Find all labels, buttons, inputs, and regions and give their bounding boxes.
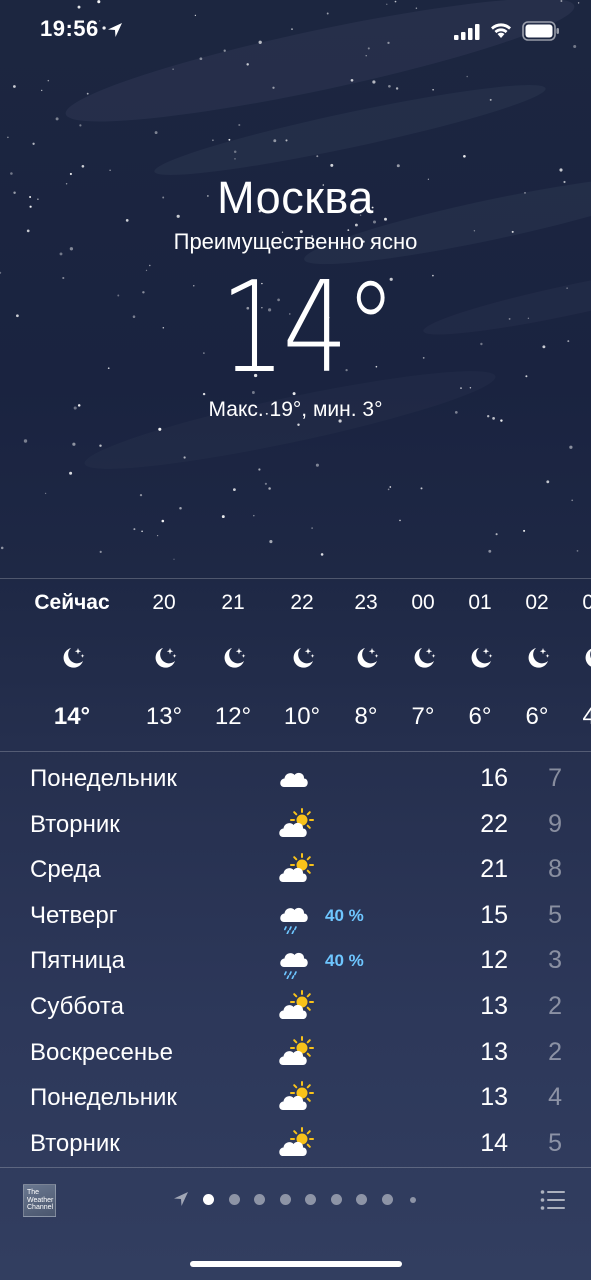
page-dot[interactable]	[305, 1194, 316, 1205]
day-high-temperature: 13	[480, 992, 508, 1020]
day-row: Понедельник 16 7	[0, 755, 591, 801]
day-name: Четверг	[30, 901, 118, 929]
day-row: Пятница 40 % 12 3	[0, 937, 591, 983]
day-high-temperature: 22	[480, 809, 508, 838]
day-name: Суббота	[30, 993, 124, 1020]
day-name: Воскресенье	[30, 1038, 174, 1066]
hour-temperature: 4°	[582, 703, 591, 730]
day-name: Понедельник	[30, 1084, 177, 1112]
city-list-icon[interactable]	[540, 1189, 566, 1211]
day-low-temperature: 2	[548, 1037, 562, 1066]
day-row: Среда 21 8	[0, 846, 591, 892]
day-high-temperature: 16	[480, 764, 508, 792]
hour-column: 03 4°	[559, 579, 591, 751]
day-row: Суббота 13 2	[0, 983, 591, 1029]
weather-channel-logo[interactable]: The Weather Channel	[23, 1184, 56, 1217]
status-bar: 19:56	[0, 0, 591, 64]
status-time: 19:56	[40, 16, 99, 41]
battery-icon	[522, 21, 559, 41]
day-low-temperature: 5	[548, 900, 562, 929]
day-high-temperature: 13	[480, 1037, 508, 1066]
precipitation-chance: 40 %	[325, 951, 364, 971]
day-row: Четверг 40 % 15 5	[0, 892, 591, 938]
page-dot[interactable]	[254, 1194, 265, 1205]
cellular-signal-icon	[454, 24, 480, 40]
day-low-temperature: 3	[548, 946, 562, 975]
day-name: Понедельник	[30, 765, 177, 792]
day-row: Понедельник 13 4	[0, 1074, 591, 1120]
cloud-icon	[278, 761, 318, 797]
day-low-temperature: 9	[548, 809, 562, 838]
partly-sunny-icon	[278, 807, 318, 843]
page-dot[interactable]	[228, 1194, 240, 1205]
day-low-temperature: 4	[548, 1083, 562, 1112]
partly-sunny-icon	[278, 852, 318, 888]
page-indicator[interactable]	[170, 1188, 430, 1212]
hourly-forecast[interactable]: Сейчас 14° 20 13° 21 12° 22 10° 23 8° 00 7° 01 6° 02 6°…	[0, 579, 591, 751]
home-indicator[interactable]	[190, 1261, 402, 1267]
day-low-temperature: 8	[548, 855, 562, 884]
day-high-temperature: 21	[480, 855, 508, 884]
day-row: Вторник 22 9	[0, 801, 591, 847]
city-name: Москва	[217, 172, 374, 223]
page-dot[interactable]	[356, 1194, 367, 1205]
day-row: Воскресенье 13 2	[0, 1029, 591, 1075]
page-dot[interactable]	[330, 1194, 342, 1205]
bottom-toolbar: The Weather Channel	[0, 1168, 591, 1238]
page-dot[interactable]	[410, 1197, 416, 1203]
hour-column: Сейчас 14°	[34, 579, 109, 751]
high-low-temperature: Макс. 19°, мин. 3°	[208, 398, 383, 421]
day-name: Пятница	[30, 947, 125, 975]
moon-stars-icon	[411, 645, 437, 671]
day-high-temperature: 12	[480, 946, 508, 975]
moon-stars-icon	[152, 645, 178, 671]
day-high-temperature: 13	[480, 1083, 508, 1112]
weather-channel-logo-text: The Weather Channel	[27, 1189, 54, 1211]
location-arrow-icon	[108, 23, 122, 37]
moon-stars-icon	[582, 645, 591, 671]
page-dot[interactable]	[279, 1194, 291, 1205]
page-dot[interactable]	[381, 1194, 393, 1205]
day-high-temperature: 15	[480, 900, 508, 929]
moon-stars-icon	[468, 645, 494, 671]
page-dot[interactable]	[203, 1194, 214, 1205]
day-low-temperature: 5	[548, 1128, 562, 1157]
moon-stars-icon	[221, 645, 247, 671]
rain-icon	[278, 898, 318, 935]
partly-sunny-icon	[278, 989, 318, 1025]
day-high-temperature: 14	[480, 1128, 508, 1157]
moon-stars-icon	[525, 645, 551, 671]
hour-label: 03	[582, 591, 591, 614]
current-temperature: 14°	[220, 254, 397, 401]
precipitation-chance: 40 %	[325, 905, 364, 925]
partly-sunny-icon	[278, 1035, 318, 1071]
day-name: Вторник	[30, 810, 120, 838]
partly-sunny-icon	[278, 1126, 318, 1162]
day-name: Вторник	[30, 1129, 120, 1157]
current-location-arrow-icon	[174, 1192, 188, 1206]
rain-icon	[278, 943, 318, 980]
wifi-icon	[491, 23, 511, 38]
partly-sunny-icon	[278, 1080, 318, 1116]
moon-stars-icon	[354, 645, 380, 671]
day-low-temperature: 7	[548, 764, 562, 792]
day-row: Вторник 14 5	[0, 1120, 591, 1166]
day-name: Среда	[30, 856, 101, 884]
day-low-temperature: 2	[548, 992, 562, 1020]
divider-middle	[0, 751, 591, 752]
moon-stars-icon	[290, 645, 316, 671]
weather-condition: Преимущественно ясно	[173, 229, 418, 254]
moon-stars-icon	[60, 645, 86, 671]
